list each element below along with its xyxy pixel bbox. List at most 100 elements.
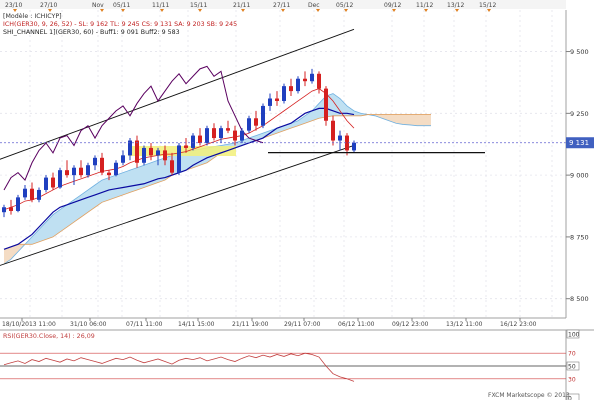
- bottom-axis-label: 29/11 07:00: [284, 321, 321, 328]
- candle-body[interactable]: [2, 207, 6, 213]
- candle-body[interactable]: [9, 207, 13, 211]
- candle-body[interactable]: [142, 147, 146, 163]
- bottom-axis-label: 09/12 23:00: [392, 321, 429, 328]
- candle-body[interactable]: [184, 145, 188, 148]
- candle-body[interactable]: [114, 162, 118, 176]
- cloud-segment: [123, 170, 130, 195]
- candle-body[interactable]: [191, 135, 195, 148]
- bottom-axis-label: 13/12 11:00: [446, 321, 483, 328]
- candle-body[interactable]: [303, 78, 307, 82]
- candle-body[interactable]: [352, 142, 356, 151]
- candle-body[interactable]: [310, 73, 314, 82]
- bottom-axis-label: 18/10/2013 11:00: [2, 321, 56, 328]
- candle-body[interactable]: [247, 118, 251, 131]
- candle-body[interactable]: [317, 73, 321, 89]
- candle-body[interactable]: [72, 167, 76, 176]
- price-tick-label: 9 000: [570, 172, 589, 180]
- candle-body[interactable]: [163, 150, 167, 161]
- candle-body[interactable]: [58, 170, 62, 188]
- candle-body[interactable]: [156, 150, 160, 156]
- candle-body[interactable]: [275, 98, 279, 101]
- bottom-axis-label: 21/11 19:00: [232, 321, 269, 328]
- price-tick-label: 9 500: [570, 48, 589, 56]
- cloud-segment: [109, 175, 116, 200]
- current-price-badge-text: 9 131: [569, 139, 589, 147]
- bottom-axis-label: 14/11 15:00: [178, 321, 215, 328]
- bottom-axis-label: 07/11 11:00: [126, 321, 163, 328]
- top-axis-label: 27/11: [273, 2, 290, 9]
- candle-body[interactable]: [282, 86, 286, 101]
- candle-body[interactable]: [149, 147, 153, 156]
- cloud-segment: [403, 114, 410, 125]
- candle-body[interactable]: [65, 170, 69, 176]
- top-axis-label: 13/12: [447, 2, 464, 9]
- cloud-segment: [396, 114, 403, 125]
- candle-body[interactable]: [100, 157, 104, 173]
- candle-body[interactable]: [177, 145, 181, 173]
- candle-body[interactable]: [331, 120, 335, 141]
- top-axis-label: 15/12: [479, 2, 496, 9]
- top-axis-label: 27/10: [40, 2, 57, 9]
- trading-chart-window: 9 500 9 250 9 000 8 750 8 500 9 131 23/10 27/…: [0, 0, 594, 403]
- cloud-segment: [417, 114, 424, 126]
- top-axis-label: 09/12: [384, 2, 401, 9]
- candle-body[interactable]: [93, 157, 97, 166]
- cloud-segment: [410, 114, 417, 126]
- cloud-segment: [130, 167, 137, 193]
- candle-body[interactable]: [44, 177, 48, 190]
- top-axis-label: 21/11: [233, 2, 250, 9]
- price-tick-label: 8 750: [570, 233, 589, 241]
- bottom-axis-label: 16/12 23:00: [500, 321, 537, 328]
- candle-body[interactable]: [268, 98, 272, 106]
- candle-body[interactable]: [37, 189, 41, 200]
- candle-body[interactable]: [289, 86, 293, 92]
- candle-body[interactable]: [226, 128, 230, 131]
- bottom-axis-label: 31/10 06:00: [70, 321, 107, 328]
- top-axis-label: 11/12: [416, 2, 433, 9]
- candle-body[interactable]: [86, 165, 90, 176]
- candle-body[interactable]: [121, 155, 125, 163]
- watermark: FXCM Marketscope © 2013: [488, 392, 570, 399]
- candle-body[interactable]: [16, 197, 20, 211]
- candle-body[interactable]: [254, 118, 258, 126]
- price-chart[interactable]: 9 500 9 250 9 000 8 750 8 500 9 131 23/10 27/…: [0, 0, 594, 403]
- candle-body[interactable]: [212, 128, 216, 139]
- candle-body[interactable]: [51, 177, 55, 188]
- candle-body[interactable]: [23, 188, 27, 198]
- top-axis-label: 11/11: [152, 2, 169, 9]
- candle-body[interactable]: [338, 135, 342, 141]
- rsi-level-label: 70: [568, 351, 576, 358]
- candle-body[interactable]: [261, 105, 265, 126]
- rsi-label: RSI(GER30.Close, 14) : 26,09: [3, 333, 95, 340]
- candle-body[interactable]: [296, 78, 300, 92]
- top-axis-label: Dec: [308, 2, 320, 9]
- candle-body[interactable]: [170, 160, 174, 173]
- candle-body[interactable]: [240, 130, 244, 141]
- cloud-segment: [137, 165, 144, 190]
- candle-body[interactable]: [198, 135, 202, 143]
- candle-body[interactable]: [219, 128, 223, 139]
- top-axis-label: 05/11: [113, 2, 130, 9]
- top-axis-label: Nov: [92, 2, 104, 9]
- bottom-axis-label: 06/12 11:00: [338, 321, 375, 328]
- candle-body[interactable]: [205, 128, 209, 143]
- rsi-level-label: 100: [568, 332, 580, 339]
- top-axis-label: 23/10: [5, 2, 22, 9]
- rsi-pane[interactable]: [0, 330, 566, 400]
- top-axis-label: 15/11: [190, 2, 207, 9]
- candle-body[interactable]: [233, 130, 237, 141]
- candle-body[interactable]: [324, 88, 328, 121]
- price-tick-label: 8 500: [570, 295, 589, 303]
- candle-body[interactable]: [30, 188, 34, 200]
- candle-body[interactable]: [79, 167, 83, 176]
- legend-channel-label: SHI_CHANNEL 1](GER30, 60) - Buff1: 9 091…: [3, 29, 180, 36]
- candle-body[interactable]: [135, 140, 139, 163]
- price-tick-label: 9 250: [570, 110, 589, 118]
- rsi-level-label: 50: [568, 364, 576, 371]
- candle-body[interactable]: [107, 172, 111, 176]
- cloud-segment: [424, 114, 431, 126]
- legend-model-label: [Modèle : ICHICYP]: [3, 12, 62, 20]
- legend-ichimoku-label: ICH(GER30, 9, 26, 52) - SL: 9 162 TL: 9 …: [3, 21, 237, 28]
- top-axis-label: 05/12: [336, 2, 353, 9]
- rsi-level-label: 30: [568, 376, 576, 383]
